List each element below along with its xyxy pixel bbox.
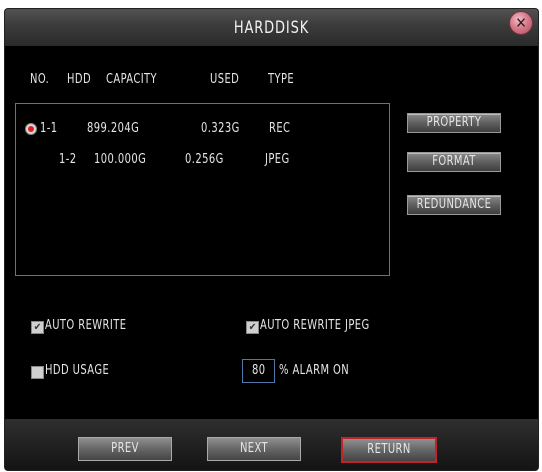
harddisk-dialog: HARDDISK ✕ NO. HDD CAPACITY USED TYPE 1-… — [5, 9, 538, 470]
auto-rewrite-jpeg-label: AUTO REWRITE JPEG — [260, 318, 370, 333]
redundance-button-label: REDUNDANCE — [416, 197, 492, 212]
prev-button-label: PREV — [111, 441, 139, 456]
return-button[interactable]: RETURN — [341, 437, 437, 463]
row-no: 1-2 — [59, 152, 77, 167]
auto-rewrite-checkbox[interactable]: ✔ — [31, 321, 44, 334]
redundance-button[interactable]: REDUNDANCE — [407, 195, 501, 215]
next-button-label: NEXT — [239, 441, 269, 456]
hdd-usage-label: HDD USAGE — [45, 363, 110, 378]
format-button[interactable]: FORMAT — [407, 152, 501, 172]
row-used: 0.323G — [201, 121, 240, 136]
row-type: JPEG — [265, 152, 290, 167]
prev-button[interactable]: PREV — [78, 437, 172, 461]
row-type: REC — [269, 121, 291, 136]
close-icon[interactable]: ✕ — [509, 11, 533, 35]
next-button[interactable]: NEXT — [207, 437, 301, 461]
auto-rewrite-jpeg-checkbox[interactable]: ✔ — [246, 321, 259, 334]
column-header-type: TYPE — [268, 72, 295, 87]
format-button-label: FORMAT — [432, 154, 476, 169]
row-capacity: 899.204G — [87, 121, 140, 136]
row-capacity: 100.000G — [94, 152, 147, 167]
hdd-usage-checkbox[interactable] — [31, 366, 44, 379]
column-header-no: NO. — [30, 72, 50, 87]
property-button[interactable]: PROPERTY — [407, 113, 501, 133]
row-select-radio[interactable] — [25, 123, 37, 135]
row-used: 0.256G — [185, 152, 224, 167]
auto-rewrite-label: AUTO REWRITE — [45, 318, 127, 333]
column-header-used: USED — [210, 72, 240, 87]
alarm-on-label: % ALARM ON — [279, 363, 350, 378]
alarm-threshold-input[interactable]: 80 — [242, 359, 275, 383]
row-no: 1-1 — [40, 121, 58, 136]
title-bar: HARDDISK ✕ — [5, 9, 538, 46]
dialog-title: HARDDISK — [233, 18, 310, 38]
column-header-capacity: CAPACITY — [106, 72, 158, 87]
alarm-threshold-value: 80 — [252, 363, 266, 378]
property-button-label: PROPERTY — [426, 115, 482, 130]
return-button-label: RETURN — [367, 442, 411, 457]
column-header-hdd: HDD — [67, 72, 92, 87]
